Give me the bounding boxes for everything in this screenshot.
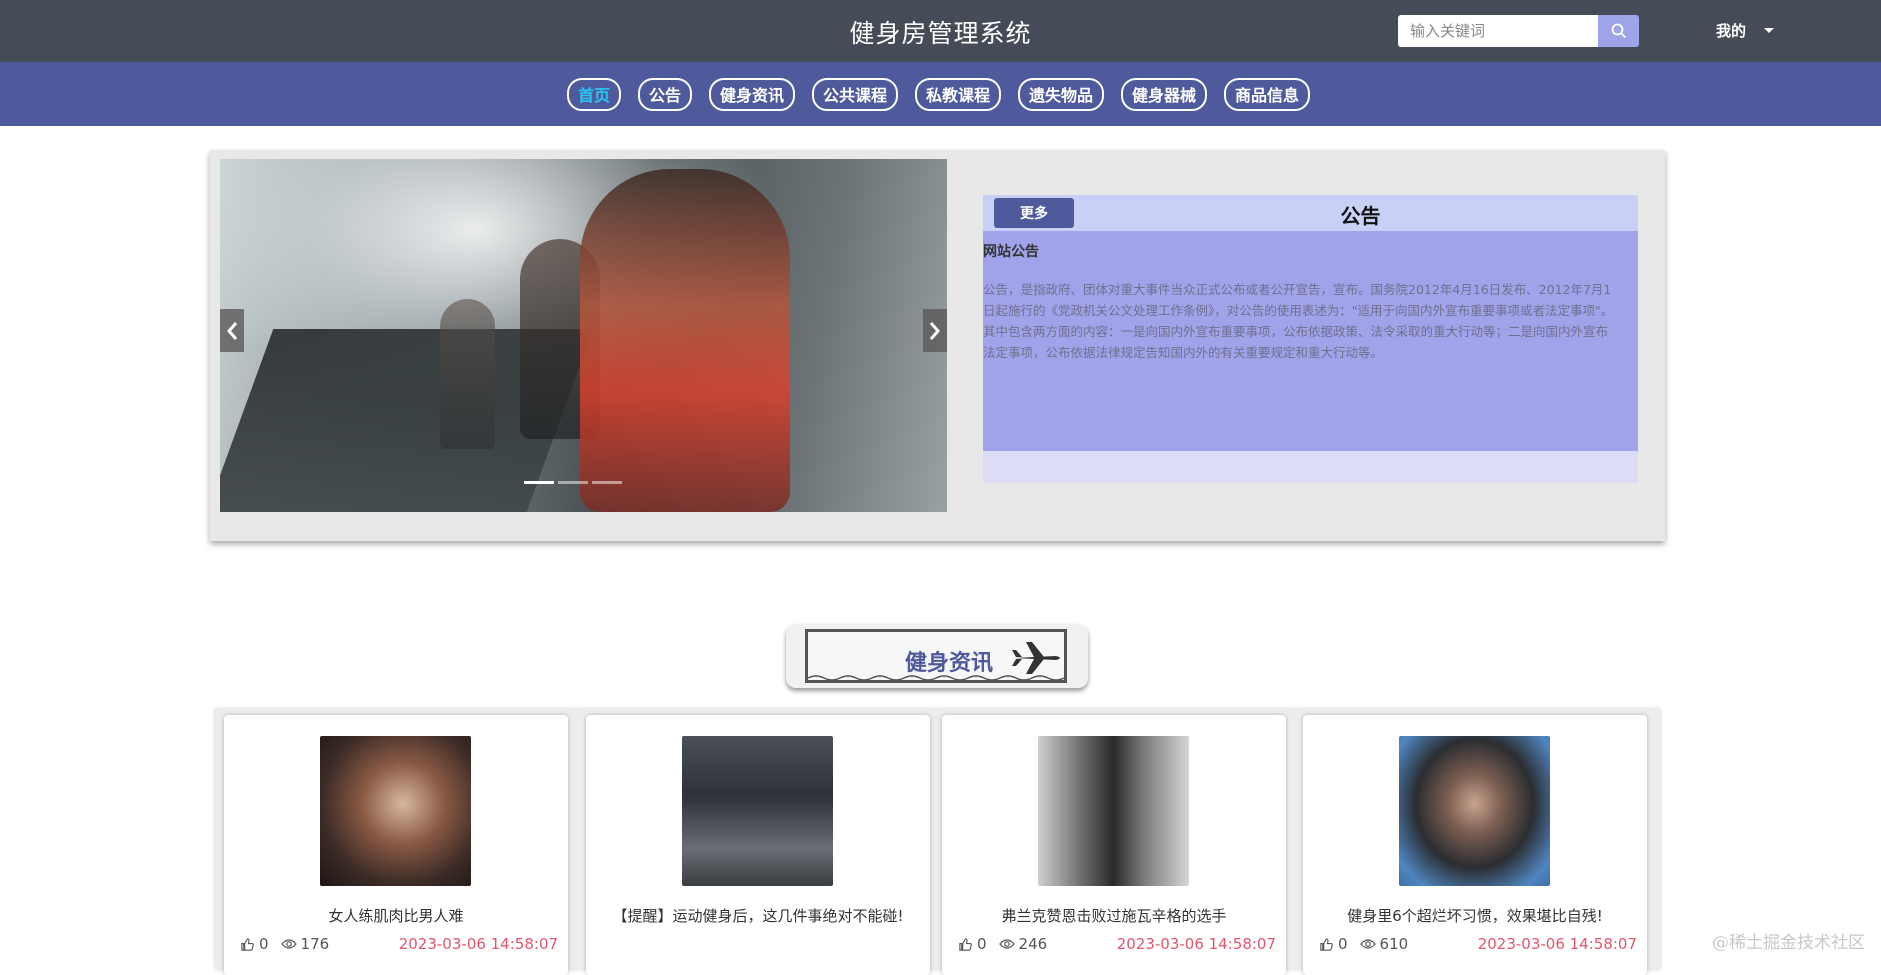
news-card-title: 弗兰克赞恩击败过施瓦辛格的选手: [1001, 907, 1227, 925]
news-section-banner: 健身资讯: [786, 624, 1088, 688]
nav-item-fitness-news[interactable]: 健身资讯: [708, 77, 795, 111]
news-card-image: [1038, 736, 1189, 886]
notice-subtitle[interactable]: 网站公告: [983, 241, 1039, 261]
banner-frame: 健身资讯: [805, 629, 1067, 683]
search-input[interactable]: [1398, 15, 1598, 47]
news-card[interactable]: 【提醒】运动健身后，这几件事绝对不能碰!: [586, 715, 930, 975]
chevron-down-icon: [1764, 28, 1775, 33]
carousel-prev-button[interactable]: [220, 309, 244, 352]
news-card-date: 2023-03-06 14:58:07: [398, 935, 558, 953]
view-count-value: 176: [300, 935, 330, 953]
news-section-title: 健身资讯: [905, 651, 994, 676]
like-count[interactable]: 0: [1319, 935, 1348, 953]
notice-body: 网站公告 公告，是指政府、团体对重大事件当众正式公布或者公开宣告，宣布。国务院2…: [983, 231, 1638, 451]
view-count: 610: [1359, 935, 1409, 953]
wave-decoration: [808, 675, 1064, 681]
view-count: 246: [998, 935, 1048, 953]
nav-item-public-courses[interactable]: 公共课程: [811, 77, 898, 111]
eye-icon: [1359, 939, 1376, 949]
top-bar: 健身房管理系统 我的: [0, 0, 1881, 62]
news-card-title: 【提醒】运动健身后，这几件事绝对不能碰!: [612, 907, 904, 925]
like-count-value: 0: [977, 935, 987, 953]
news-card[interactable]: 健身里6个超烂坏习惯，效果堪比自残! 0 610 2023-03-06 14:5…: [1303, 715, 1647, 975]
news-card-title: 健身里6个超烂坏习惯，效果堪比自残!: [1347, 907, 1603, 925]
search-box: [1398, 15, 1639, 47]
view-count: 176: [280, 935, 330, 953]
news-card-image: [320, 736, 471, 886]
thumbs-up-icon: [241, 937, 254, 951]
carousel-indicator[interactable]: [592, 481, 622, 484]
user-menu-label: 我的: [1716, 22, 1747, 40]
eye-icon: [998, 939, 1015, 949]
carousel-indicators: [524, 481, 622, 484]
like-count-value: 0: [1338, 935, 1348, 953]
nav-item-lost-items[interactable]: 遗失物品: [1018, 77, 1105, 111]
chevron-left-icon: [227, 321, 238, 340]
carousel-next-button[interactable]: [923, 309, 947, 352]
news-card-date: 2023-03-06 14:58:07: [1116, 935, 1276, 953]
notice-header: 更多 公告: [983, 195, 1638, 231]
nav-item-home[interactable]: 首页: [566, 77, 621, 111]
news-card[interactable]: 女人练肌肉比男人难 0 176 2023-03-06 14:58:07: [224, 715, 568, 975]
view-count-value: 246: [1018, 935, 1048, 953]
carousel-indicator[interactable]: [558, 481, 588, 484]
runner-shape-far: [440, 299, 495, 449]
like-count[interactable]: 0: [958, 935, 987, 953]
news-card-image: [682, 736, 833, 886]
main-nav: 首页 公告 健身资讯 公共课程 私教课程 遗失物品 健身器械 商品信息: [0, 62, 1881, 126]
image-carousel[interactable]: [220, 159, 947, 512]
thumbs-up-icon: [1320, 937, 1333, 951]
search-button[interactable]: [1598, 15, 1639, 47]
news-card[interactable]: 弗兰克赞恩击败过施瓦辛格的选手 0 246 2023-03-06 14:58:0…: [942, 715, 1286, 975]
carousel-indicator[interactable]: [524, 481, 554, 484]
nav-item-equipment[interactable]: 健身器械: [1121, 77, 1208, 111]
user-menu[interactable]: 我的: [1716, 20, 1775, 41]
notice-text: 公告，是指政府、团体对重大事件当众正式公布或者公开宣告，宣布。国务院2012年4…: [983, 282, 1614, 360]
notice-panel: 更多 公告 网站公告 公告，是指政府、团体对重大事件当众正式公布或者公开宣告，宣…: [983, 195, 1638, 483]
news-card-date: 2023-03-06 14:58:07: [1477, 935, 1637, 953]
chevron-right-icon: [929, 321, 940, 340]
watermark: @稀土掘金技术社区: [1712, 933, 1865, 953]
airplane-icon: [1012, 642, 1060, 674]
news-card-image: [1399, 736, 1550, 886]
hero-panel: 更多 公告 网站公告 公告，是指政府、团体对重大事件当众正式公布或者公开宣告，宣…: [210, 150, 1665, 541]
search-icon: [1611, 23, 1626, 39]
view-count-value: 610: [1379, 935, 1409, 953]
news-card-title: 女人练肌肉比男人难: [328, 907, 464, 925]
news-card-meta: 0 176 2023-03-06 14:58:07: [240, 935, 560, 953]
runner-shape-front: [580, 169, 790, 512]
more-button[interactable]: 更多: [994, 198, 1074, 228]
notice-title: 公告: [1340, 204, 1381, 228]
thumbs-up-icon: [959, 937, 972, 951]
nav-item-notice[interactable]: 公告: [637, 77, 692, 111]
news-card-list: 女人练肌肉比男人难 0 176 2023-03-06 14:58:07 【提醒】…: [215, 709, 1660, 975]
nav-item-products[interactable]: 商品信息: [1224, 77, 1311, 111]
like-count[interactable]: 0: [240, 935, 269, 953]
like-count-value: 0: [259, 935, 269, 953]
news-card-meta: 0 246 2023-03-06 14:58:07: [958, 935, 1278, 953]
eye-icon: [280, 939, 297, 949]
news-card-meta: 0 610 2023-03-06 14:58:07: [1319, 935, 1639, 953]
nav-item-private-courses[interactable]: 私教课程: [915, 77, 1002, 111]
